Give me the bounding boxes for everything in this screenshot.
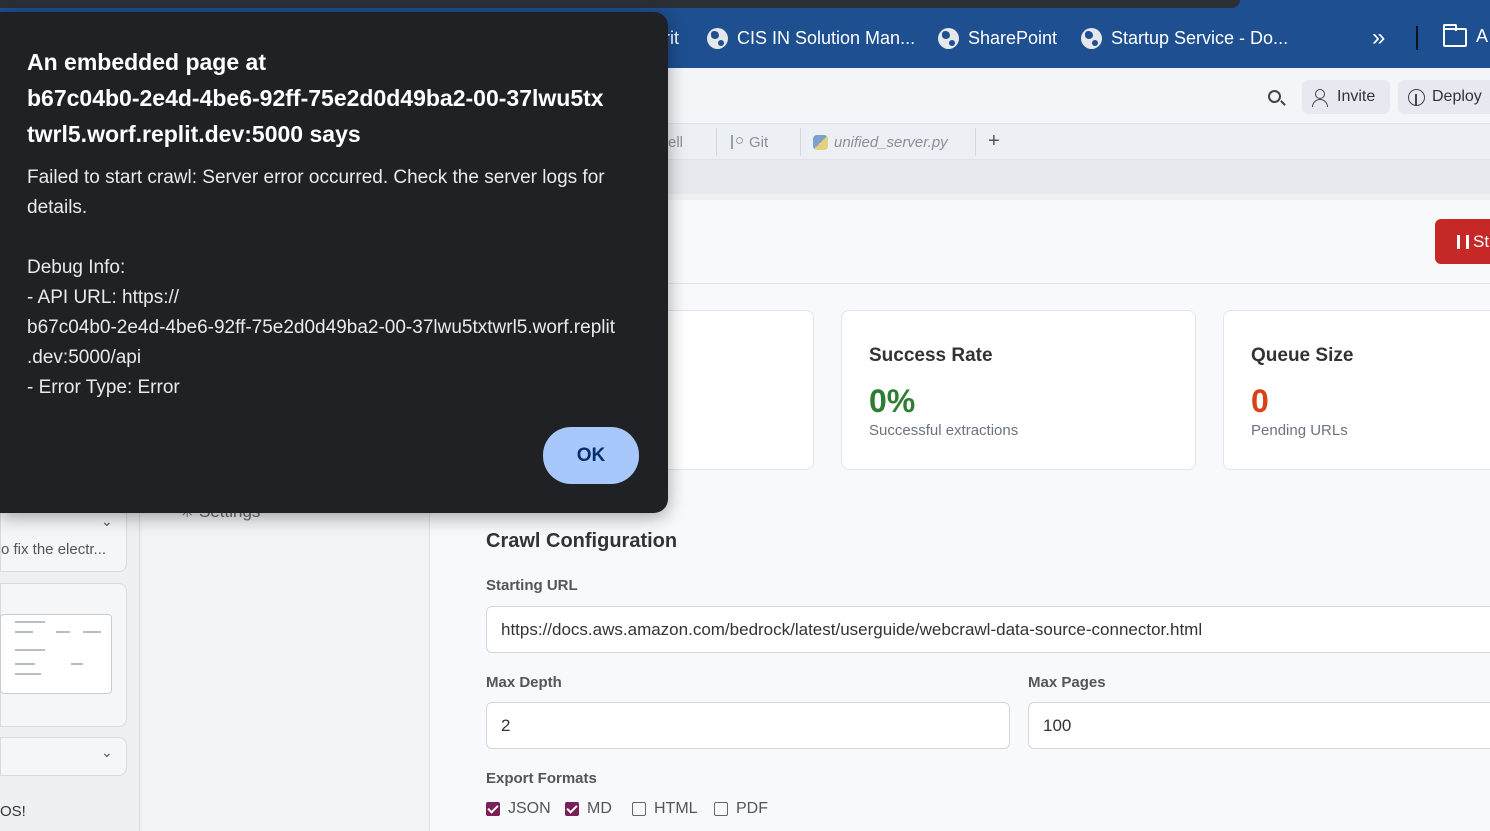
add-user-icon [1312,88,1330,107]
deploy-label: Deploy [1432,88,1482,105]
checkbox-checked[interactable] [486,802,500,816]
format-json-checkbox[interactable]: JSON [486,800,551,818]
debug-line: - Error Type: Error [27,377,180,398]
bookmark-label: Startup Service - Do... [1111,27,1289,48]
tab-label: Git [749,133,769,151]
stat-title: Queue Size [1251,345,1354,366]
format-html-checkbox[interactable]: HTML [632,800,698,818]
bookmark-label: SharePoint [968,27,1058,48]
checkbox-unchecked[interactable] [632,802,646,816]
max-depth-input[interactable]: 2 [486,702,1010,749]
max-depth-label: Max Depth [486,674,562,691]
folder-icon[interactable] [1443,24,1467,47]
search-icon[interactable] [1266,88,1286,108]
deploy-icon [1408,88,1425,106]
deploy-button[interactable]: Deploy [1398,80,1490,114]
starting-url-input[interactable]: https://docs.aws.amazon.com/bedrock/late… [486,606,1490,653]
alert-dialog: An embedded page at b67c04b0-2e4d-4be6-9… [0,12,668,513]
stat-subtitle: Successful extractions [869,422,1019,439]
stop-crawl-button[interactable]: St [1435,219,1490,264]
debug-line: .dev:5000/api [27,347,142,368]
bookmark-divider [1416,26,1418,50]
chat-snippet: o fix the electr... [1,541,107,558]
debug-line: - API URL: https:// [27,287,180,308]
dialog-title-line: An embedded page at [27,49,266,75]
export-formats-label: Export Formats [486,770,597,787]
dialog-title-line: twrl5.worf.replit.dev:5000 says [27,121,361,147]
tab-divider [975,128,976,156]
tab-shell[interactable]: ell [668,124,683,160]
stat-value: 0% [869,383,916,419]
debug-header: Debug Info: [27,257,126,278]
format-label: HTML [654,800,698,817]
stop-label: St [1473,231,1490,251]
config-title: Crawl Configuration [486,530,678,552]
debug-line: b67c04b0-2e4d-4be6-92ff-75e2d0d49ba2-00-… [27,317,615,338]
invite-label: Invite [1337,88,1376,105]
dialog-message-line: Failed to start crawl: Server error occu… [27,167,605,188]
max-pages-input[interactable]: 100 [1028,702,1490,749]
add-tab-button[interactable]: + [988,130,1000,153]
pause-icon [1457,234,1469,249]
ok-button[interactable]: OK [543,427,639,484]
bookmark-folder-label[interactable]: A [1476,26,1488,47]
format-label: MD [587,800,612,817]
format-md-checkbox[interactable]: MD [565,800,612,818]
chevron-down-icon[interactable]: ⌄ [101,744,113,761]
globe-icon [1081,27,1102,49]
stat-value: 0 [1251,383,1269,419]
tab-divider [716,128,717,156]
format-label: JSON [508,800,551,817]
tab-divider [800,128,801,156]
bookmark-startup-service[interactable]: Startup Service - Do... [1081,26,1288,50]
stat-card-success-rate: Success Rate 0% Successful extractions [841,310,1196,470]
tab-git[interactable]: Git [729,124,768,160]
bookmark-sharepoint[interactable]: SharePoint [938,26,1057,50]
invite-button[interactable]: Invite [1302,80,1390,114]
double-chevron-right-icon[interactable]: » [1372,24,1385,52]
python-icon [813,134,828,150]
chat-bottom-text: OS! [0,803,26,820]
tab-label: ell [668,133,684,151]
format-label: PDF [736,800,768,817]
git-icon [729,134,743,150]
max-pages-label: Max Pages [1028,674,1106,691]
screenshot-thumbnail[interactable] [0,614,112,694]
bookmark-label: CIS IN Solution Man... [737,27,916,48]
starting-url-label: Starting URL [486,577,578,594]
tab-label: unified_server.py [834,133,948,151]
bookmark-cis-solution[interactable]: CIS IN Solution Man... [707,26,915,50]
dialog-title: An embedded page at b67c04b0-2e4d-4be6-9… [27,44,647,152]
checkbox-unchecked[interactable] [714,802,728,816]
stat-card-queue-size: Queue Size 0 Pending URLs [1223,310,1490,470]
format-pdf-checkbox[interactable]: PDF [714,800,768,818]
dialog-title-line: b67c04b0-2e4d-4be6-92ff-75e2d0d49ba2-00-… [27,85,604,111]
globe-icon [938,27,959,49]
stat-subtitle: Pending URLs [1251,422,1348,439]
tab-unified-server[interactable]: unified_server.py [813,124,948,160]
tab-strip-edge [0,0,1240,8]
checkbox-checked[interactable] [565,802,579,816]
chevron-down-icon[interactable]: ⌄ [101,513,113,530]
globe-icon [707,27,728,49]
collapsed-section[interactable]: ⌄ [0,737,127,776]
dialog-message-line: details. [27,197,88,218]
stat-title: Success Rate [869,345,993,366]
